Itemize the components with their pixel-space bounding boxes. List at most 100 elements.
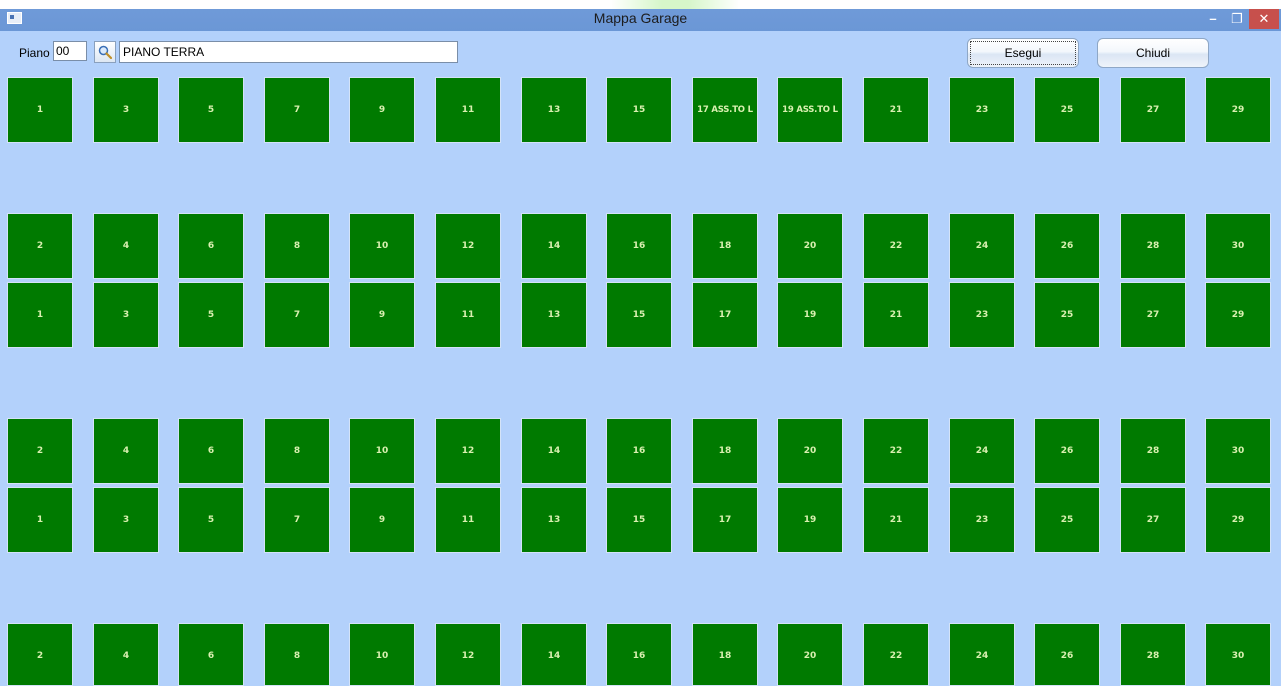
parking-spot[interactable]: 15 [606, 77, 672, 143]
parking-spot[interactable]: 17 ASS.TO L [692, 77, 758, 143]
parking-spot[interactable]: 12 [435, 623, 501, 686]
parking-spot[interactable]: 12 [435, 418, 501, 484]
parking-spot[interactable]: 10 [349, 213, 415, 279]
parking-spot[interactable]: 15 [606, 282, 672, 348]
parking-spot[interactable]: 13 [521, 282, 587, 348]
parking-spot[interactable]: 15 [606, 487, 672, 553]
parking-spot[interactable]: 16 [606, 213, 672, 279]
parking-spot[interactable]: 1 [7, 77, 73, 143]
parking-spot[interactable]: 22 [863, 213, 929, 279]
search-button[interactable] [94, 41, 116, 63]
floor-code-input[interactable] [53, 41, 87, 61]
parking-spot[interactable]: 24 [949, 213, 1015, 279]
parking-spot[interactable]: 3 [93, 282, 159, 348]
parking-spot[interactable]: 8 [264, 213, 330, 279]
parking-spot[interactable]: 27 [1120, 282, 1186, 348]
parking-spot[interactable]: 2 [7, 213, 73, 279]
parking-spot[interactable]: 4 [93, 418, 159, 484]
parking-spot[interactable]: 20 [777, 623, 843, 686]
parking-spot[interactable]: 13 [521, 487, 587, 553]
parking-spot[interactable]: 28 [1120, 418, 1186, 484]
parking-spot[interactable]: 17 [692, 487, 758, 553]
parking-spot[interactable]: 5 [178, 282, 244, 348]
maximize-button[interactable]: ❐ [1225, 9, 1249, 29]
parking-spot[interactable]: 2 [7, 418, 73, 484]
parking-spot[interactable]: 14 [521, 623, 587, 686]
parking-spot[interactable]: 23 [949, 77, 1015, 143]
execute-button[interactable]: Esegui [967, 38, 1079, 68]
parking-spot[interactable]: 21 [863, 77, 929, 143]
parking-spot[interactable]: 20 [777, 213, 843, 279]
parking-spot[interactable]: 18 [692, 213, 758, 279]
close-button[interactable]: ✕ [1249, 9, 1279, 29]
parking-spot[interactable]: 23 [949, 282, 1015, 348]
parking-spot[interactable]: 4 [93, 213, 159, 279]
parking-spot[interactable]: 27 [1120, 487, 1186, 553]
parking-spot[interactable]: 29 [1205, 282, 1271, 348]
parking-spot[interactable]: 14 [521, 418, 587, 484]
parking-spot[interactable]: 23 [949, 487, 1015, 553]
parking-spot[interactable]: 30 [1205, 623, 1271, 686]
parking-spot[interactable]: 1 [7, 487, 73, 553]
parking-spot[interactable]: 9 [349, 77, 415, 143]
parking-spot[interactable]: 6 [178, 418, 244, 484]
parking-spot[interactable]: 26 [1034, 418, 1100, 484]
parking-spot[interactable]: 8 [264, 418, 330, 484]
title-bar[interactable]: Mappa Garage – ❐ ✕ [0, 0, 1281, 31]
parking-spot[interactable]: 6 [178, 623, 244, 686]
parking-spot[interactable]: 4 [93, 623, 159, 686]
parking-spot[interactable]: 25 [1034, 282, 1100, 348]
parking-spot[interactable]: 12 [435, 213, 501, 279]
parking-spot[interactable]: 30 [1205, 213, 1271, 279]
parking-spot[interactable]: 17 [692, 282, 758, 348]
parking-spot[interactable]: 19 [777, 487, 843, 553]
parking-spot[interactable]: 3 [93, 77, 159, 143]
parking-spot[interactable]: 10 [349, 623, 415, 686]
parking-spot[interactable]: 20 [777, 418, 843, 484]
parking-spot[interactable]: 5 [178, 487, 244, 553]
parking-spot[interactable]: 2 [7, 623, 73, 686]
parking-spot[interactable]: 22 [863, 623, 929, 686]
parking-spot[interactable]: 28 [1120, 623, 1186, 686]
parking-spot[interactable]: 11 [435, 77, 501, 143]
parking-spot[interactable]: 9 [349, 487, 415, 553]
parking-spot[interactable]: 16 [606, 623, 672, 686]
window-title: Mappa Garage [593, 10, 688, 26]
parking-spot[interactable]: 26 [1034, 623, 1100, 686]
parking-spot[interactable]: 18 [692, 418, 758, 484]
parking-spot[interactable]: 25 [1034, 487, 1100, 553]
parking-spot[interactable]: 7 [264, 77, 330, 143]
minimize-button[interactable]: – [1201, 9, 1225, 29]
parking-spot[interactable]: 5 [178, 77, 244, 143]
parking-spot[interactable]: 27 [1120, 77, 1186, 143]
close-dialog-button[interactable]: Chiudi [1097, 38, 1209, 68]
parking-spot[interactable]: 6 [178, 213, 244, 279]
parking-spot[interactable]: 30 [1205, 418, 1271, 484]
parking-spot[interactable]: 24 [949, 418, 1015, 484]
parking-spot[interactable]: 14 [521, 213, 587, 279]
parking-spot[interactable]: 19 ASS.TO L [777, 77, 843, 143]
parking-spot[interactable]: 26 [1034, 213, 1100, 279]
parking-spot[interactable]: 25 [1034, 77, 1100, 143]
parking-spot[interactable]: 19 [777, 282, 843, 348]
parking-spot[interactable]: 18 [692, 623, 758, 686]
parking-spot[interactable]: 7 [264, 282, 330, 348]
parking-spot[interactable]: 3 [93, 487, 159, 553]
parking-spot[interactable]: 29 [1205, 77, 1271, 143]
parking-spot[interactable]: 13 [521, 77, 587, 143]
parking-spot[interactable]: 8 [264, 623, 330, 686]
parking-spot[interactable]: 22 [863, 418, 929, 484]
parking-spot[interactable]: 10 [349, 418, 415, 484]
parking-spot[interactable]: 28 [1120, 213, 1186, 279]
floor-name-field[interactable] [119, 41, 458, 63]
parking-spot[interactable]: 21 [863, 282, 929, 348]
parking-spot[interactable]: 24 [949, 623, 1015, 686]
parking-spot[interactable]: 21 [863, 487, 929, 553]
parking-spot[interactable]: 11 [435, 487, 501, 553]
parking-spot[interactable]: 11 [435, 282, 501, 348]
parking-spot[interactable]: 1 [7, 282, 73, 348]
parking-spot[interactable]: 9 [349, 282, 415, 348]
parking-spot[interactable]: 7 [264, 487, 330, 553]
parking-spot[interactable]: 16 [606, 418, 672, 484]
parking-spot[interactable]: 29 [1205, 487, 1271, 553]
